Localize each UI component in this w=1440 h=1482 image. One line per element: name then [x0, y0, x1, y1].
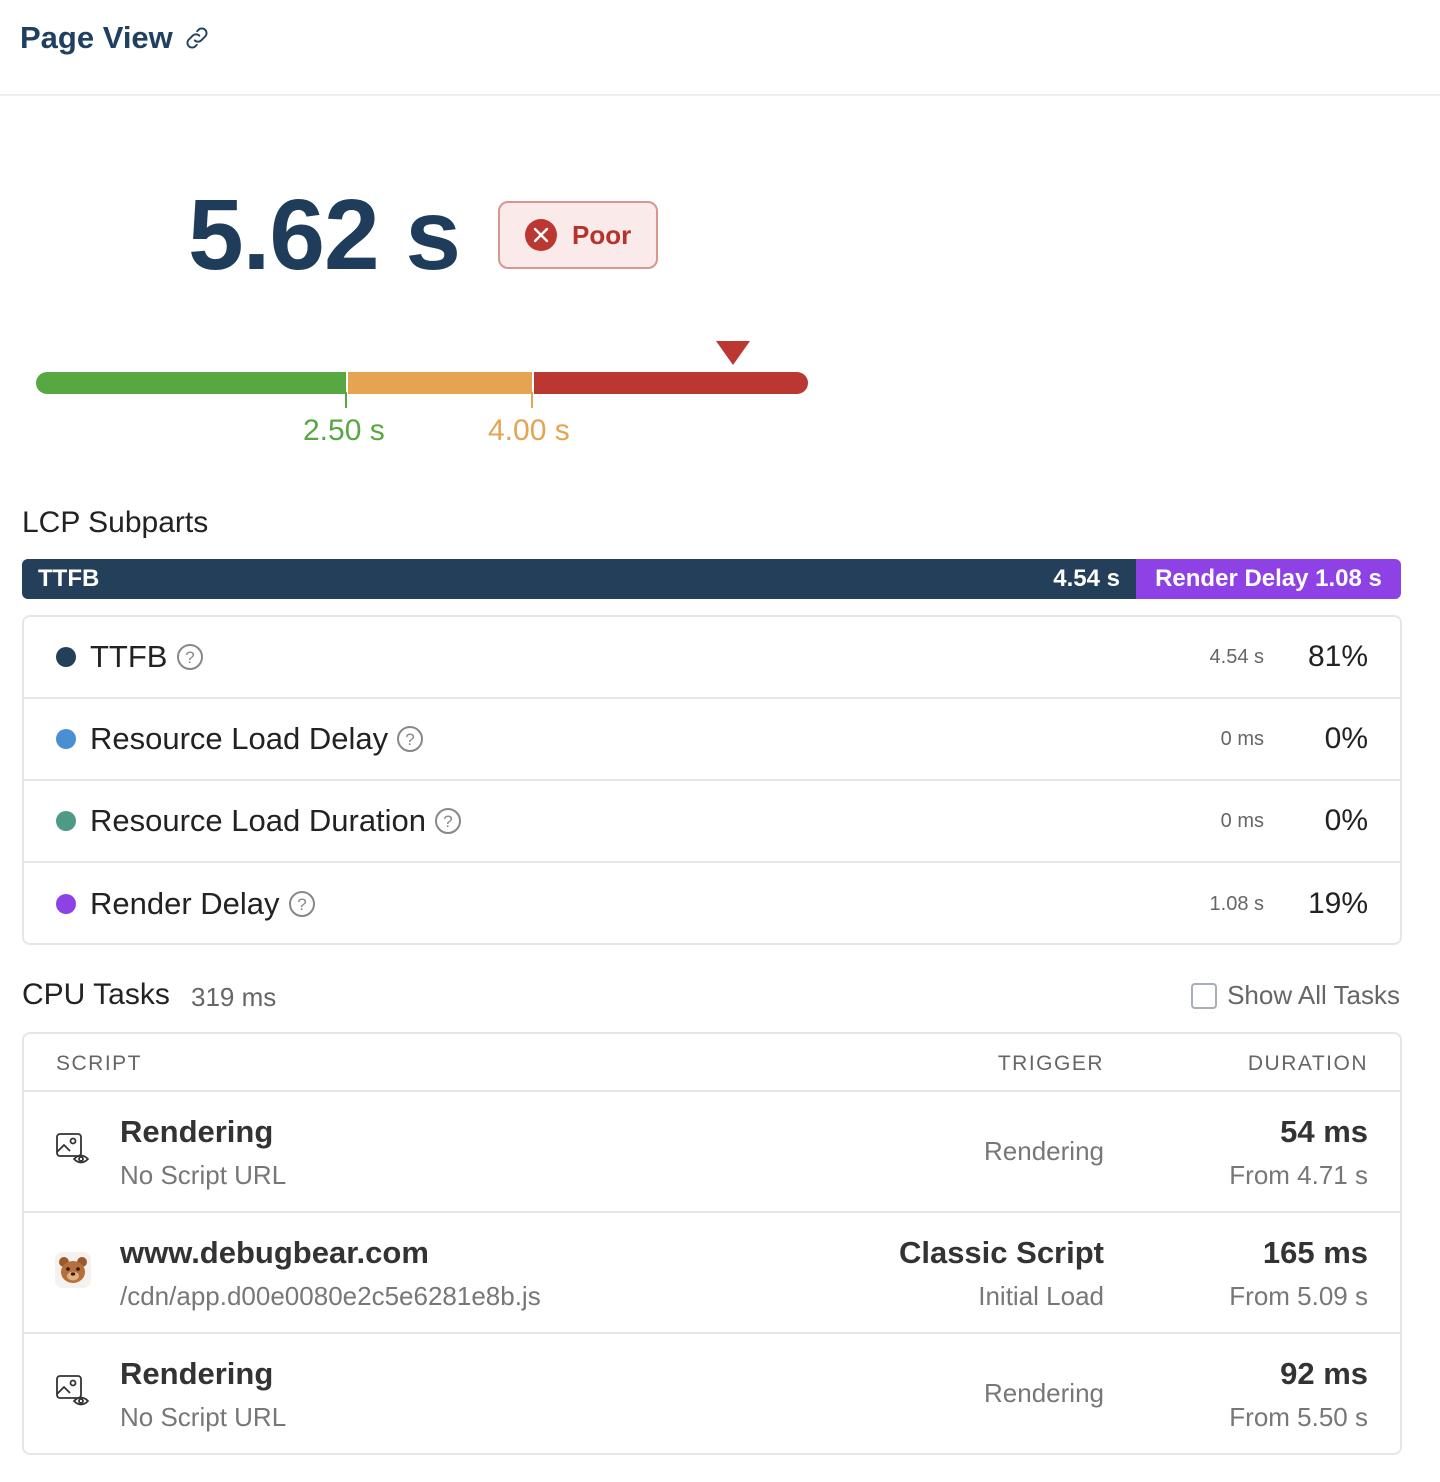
x-circle-icon — [525, 219, 557, 251]
value-marker — [716, 341, 750, 365]
rating-label: Poor — [572, 219, 632, 250]
subpart-percent: 0% — [1324, 722, 1368, 755]
link-icon[interactable] — [183, 24, 211, 52]
render-delay-bar-label: Render Delay 1.08 s — [1155, 565, 1382, 592]
rendering-icon — [56, 1375, 89, 1406]
task-start: From 4.71 s — [1229, 1160, 1368, 1190]
trigger: Rendering — [984, 1378, 1104, 1408]
script-name: Rendering — [120, 1114, 274, 1149]
subpart-row-resource-load-duration: Resource Load Duration ? 0 ms 0% — [24, 781, 1400, 863]
subpart-row-render-delay: Render Delay ? 1.08 s 19% — [24, 863, 1400, 943]
subpart-name: Resource Load Delay — [90, 721, 389, 756]
ttfb-dot — [56, 647, 76, 667]
trigger-detail: Initial Load — [978, 1281, 1104, 1311]
subpart-name: Render Delay — [90, 886, 280, 921]
cpu-tasks-total: 319 ms — [191, 982, 277, 1012]
good-threshold-tick — [345, 392, 347, 408]
rating-gauge — [36, 372, 808, 394]
subpart-percent: 81% — [1307, 640, 1368, 673]
svg-text:?: ? — [185, 648, 194, 667]
good-threshold-label: 2.50 s — [303, 414, 385, 447]
cpu-tasks-table: SCRIPT TRIGGER DURATION Rendering No Scr… — [22, 1032, 1402, 1455]
gauge-needs-improvement-segment — [348, 372, 532, 394]
ttfb-bar-label: TTFB — [38, 565, 100, 592]
task-duration: 92 ms — [1280, 1356, 1368, 1391]
subpart-time: 4.54 s — [1209, 645, 1264, 668]
svg-text:?: ? — [443, 812, 452, 831]
column-header-duration: DURATION — [1247, 1052, 1368, 1075]
subpart-time: 0 ms — [1220, 727, 1264, 750]
gauge-poor-segment — [534, 372, 808, 394]
help-icon[interactable]: ? — [176, 643, 204, 671]
script-url: No Script URL — [120, 1160, 287, 1190]
script-name: Rendering — [120, 1356, 274, 1391]
task-duration: 54 ms — [1280, 1114, 1368, 1149]
debugbear-favicon-icon — [55, 1252, 91, 1288]
subpart-percent: 0% — [1324, 804, 1368, 837]
help-icon[interactable]: ? — [396, 725, 424, 753]
show-all-tasks-label[interactable]: Show All Tasks — [1227, 980, 1400, 1011]
trigger: Rendering — [984, 1136, 1104, 1166]
lcp-subparts-bar: TTFB 4.54 s Render Delay 1.08 s — [22, 559, 1401, 599]
column-header-script: SCRIPT — [56, 1052, 143, 1075]
subpart-name: TTFB — [90, 639, 168, 674]
page-title: Page View — [20, 20, 211, 56]
ni-threshold-label: 4.00 s — [488, 414, 570, 447]
page-header: Page View — [0, 0, 1440, 96]
svg-text:?: ? — [405, 730, 414, 749]
page-title-text: Page View — [20, 20, 173, 55]
svg-text:?: ? — [297, 895, 306, 914]
task-duration: 165 ms — [1262, 1235, 1368, 1270]
subpart-time: 1.08 s — [1209, 892, 1264, 915]
rendering-icon — [56, 1133, 89, 1164]
subpart-row-resource-load-delay: Resource Load Delay ? 0 ms 0% — [24, 699, 1400, 781]
rating-badge: Poor — [498, 201, 658, 269]
subpart-time: 0 ms — [1220, 809, 1264, 832]
lcp-subparts-table: TTFB ? 4.54 s 81% Resource Load Delay ? … — [22, 615, 1402, 945]
trigger: Classic Script — [898, 1235, 1104, 1270]
task-start: From 5.09 s — [1229, 1281, 1368, 1311]
table-header: SCRIPT TRIGGER DURATION — [24, 1034, 1400, 1092]
render-delay-bar-segment[interactable]: Render Delay 1.08 s — [1136, 559, 1401, 599]
lcp-subparts-title: LCP Subparts — [22, 506, 209, 539]
script-url: /cdn/app.d00e0080e2c5e6281e8b.js — [120, 1281, 541, 1311]
help-icon[interactable]: ? — [434, 807, 462, 835]
resource-load-delay-dot — [56, 729, 76, 749]
resource-load-duration-dot — [56, 811, 76, 831]
subpart-name: Resource Load Duration — [90, 803, 427, 838]
ttfb-bar-value: 4.54 s — [1053, 565, 1120, 592]
lcp-value: 5.62 s — [188, 179, 461, 291]
task-start: From 5.50 s — [1229, 1402, 1368, 1432]
table-row[interactable]: Rendering No Script URL Rendering 54 ms … — [24, 1092, 1400, 1213]
show-all-tasks-toggle[interactable]: Show All Tasks — [1191, 980, 1400, 1011]
ttfb-bar-segment[interactable]: TTFB 4.54 s — [22, 559, 1136, 599]
table-row[interactable]: Rendering No Script URL Rendering 92 ms … — [24, 1334, 1400, 1453]
help-icon[interactable]: ? — [288, 890, 316, 918]
column-header-trigger: TRIGGER — [997, 1052, 1104, 1075]
show-all-tasks-checkbox[interactable] — [1191, 982, 1218, 1009]
subpart-percent: 19% — [1307, 887, 1368, 920]
script-url: No Script URL — [120, 1402, 287, 1432]
subpart-row-ttfb: TTFB ? 4.54 s 81% — [24, 617, 1400, 699]
render-delay-dot — [56, 894, 76, 914]
script-name: www.debugbear.com — [120, 1235, 429, 1270]
cpu-tasks-title: CPU Tasks — [22, 978, 170, 1011]
gauge-good-segment — [36, 372, 346, 394]
ni-threshold-tick — [531, 392, 533, 408]
table-row[interactable]: www.debugbear.com /cdn/app.d00e0080e2c5e… — [24, 1213, 1400, 1334]
